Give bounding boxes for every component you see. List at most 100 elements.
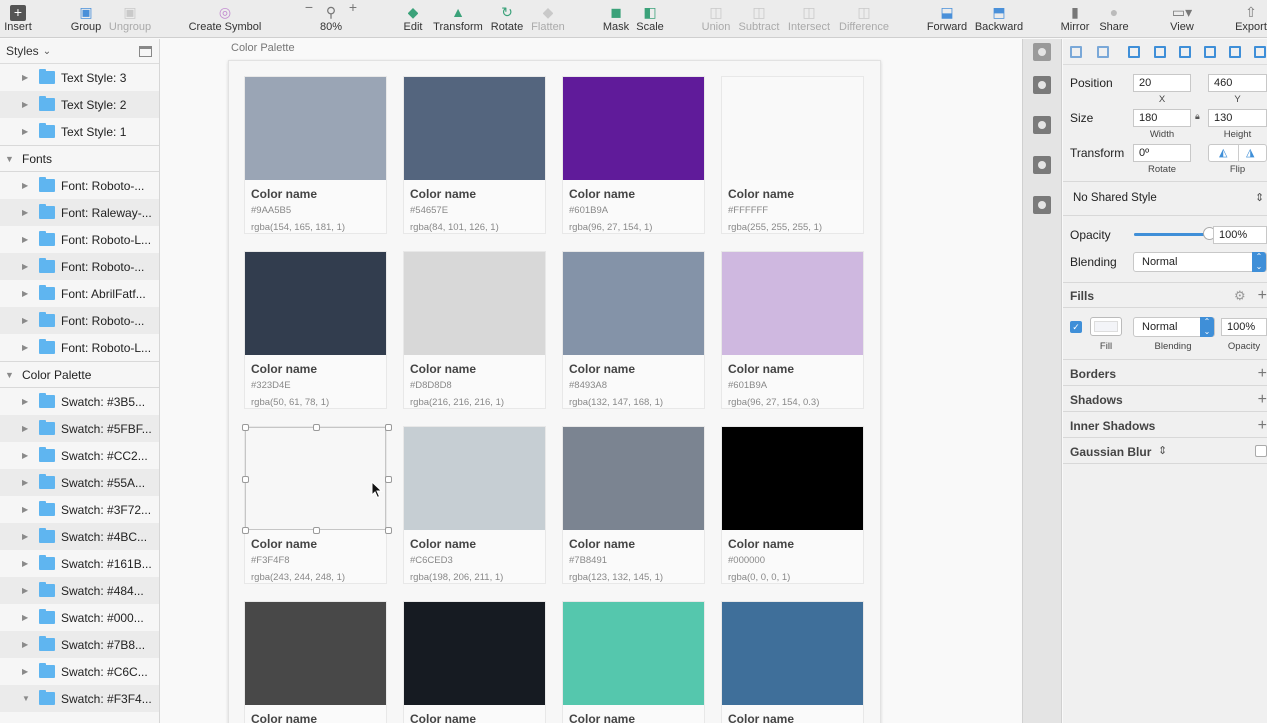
rotate-button[interactable]: ↻ Rotate (490, 0, 524, 38)
swatch-color-fill[interactable] (404, 427, 545, 530)
color-swatch-card[interactable]: Color name #9AA5B5 rgba(154, 165, 181, 1) (244, 76, 387, 234)
layer-swatch[interactable]: ▶ Swatch: #3B5... (0, 388, 159, 415)
borders-header[interactable]: Borders (1070, 367, 1116, 381)
disclosure-closed-icon[interactable]: ▶ (22, 397, 32, 406)
swatch-hex[interactable]: #323D4E (251, 380, 386, 391)
selection-handle[interactable] (385, 476, 392, 483)
opacity-slider[interactable] (1134, 227, 1216, 240)
backward-button[interactable]: ⬒ Backward (974, 0, 1024, 38)
disclosure-closed-icon[interactable]: ▶ (22, 613, 32, 622)
swatch-rgba[interactable]: rgba(123, 132, 145, 1) (569, 572, 704, 583)
align-center-icon[interactable] (1154, 46, 1166, 58)
swatch-rgba[interactable]: rgba(84, 101, 126, 1) (410, 222, 545, 233)
swatch-color-name[interactable]: Color name (251, 362, 386, 376)
selection-handle[interactable] (313, 424, 320, 431)
swatch-color-name[interactable]: Color name (251, 712, 386, 723)
transform-button[interactable]: ▲ Transform (432, 0, 484, 38)
layer-swatch[interactable]: ▶ Swatch: #5FBF... (0, 415, 159, 442)
position-x-field[interactable]: 20 (1133, 74, 1191, 92)
layer-swatch[interactable]: ▶ Swatch: #7B8... (0, 631, 159, 658)
swatch-hex[interactable]: #F3F4F8 (251, 555, 386, 566)
fill-color-well[interactable] (1090, 317, 1122, 336)
disclosure-open-icon[interactable]: ▼ (5, 154, 15, 164)
disclosure-open-icon[interactable]: ▼ (5, 370, 15, 380)
swatch-color-name[interactable]: Color name (569, 362, 704, 376)
swatch-color-fill[interactable] (245, 602, 386, 705)
color-swatch-card[interactable]: Color name #7B8491 rgba(123, 132, 145, 1) (562, 426, 705, 584)
selection-handle[interactable] (242, 527, 249, 534)
swatch-hex[interactable]: #54657E (410, 205, 545, 216)
forward-button[interactable]: ⬓ Forward (926, 0, 968, 38)
export-button[interactable]: ⇧ Export (1234, 0, 1267, 38)
color-swatch-card[interactable]: Color name #601B9A rgba(96, 27, 154, 1) (562, 76, 705, 234)
share-button[interactable]: ● Share (1098, 0, 1130, 38)
create-symbol-button[interactable]: ◎ Create Symbol (188, 0, 262, 38)
flip-vertical-icon[interactable]: ◮ (1246, 146, 1254, 159)
swatch-color-name[interactable]: Color name (728, 187, 863, 201)
swatch-rgba[interactable]: rgba(255, 255, 255, 1) (728, 222, 863, 233)
disclosure-closed-icon[interactable]: ▶ (22, 316, 32, 325)
swatch-rgba[interactable]: rgba(132, 147, 168, 1) (569, 397, 704, 408)
swatch-hex[interactable]: #8493A8 (569, 380, 704, 391)
subtract-button[interactable]: ◫ Subtract (736, 0, 782, 38)
swatch-rgba[interactable]: rgba(96, 27, 154, 1) (569, 222, 704, 233)
mirror-button[interactable]: ▮ Mirror (1058, 0, 1092, 38)
layer-group-color-palette[interactable]: ▼ Color Palette (0, 361, 159, 388)
layer-swatch[interactable]: ▶ Swatch: #3F72... (0, 496, 159, 523)
fill-enabled-checkbox[interactable]: ✓ (1070, 321, 1082, 333)
swatch-color-fill[interactable] (404, 602, 545, 705)
user-icon[interactable] (1033, 116, 1051, 134)
disclosure-closed-icon[interactable]: ▶ (22, 505, 32, 514)
add-inner-shadow-icon[interactable]: + (1258, 418, 1267, 434)
inspector-tab-icon[interactable] (1033, 43, 1051, 61)
layer-swatch[interactable]: ▶ Swatch: #000... (0, 604, 159, 631)
insert-button[interactable]: + Insert (4, 0, 32, 38)
disclosure-closed-icon[interactable]: ▶ (22, 532, 32, 541)
swatch-color-name[interactable]: Color name (410, 187, 545, 201)
artboard-title[interactable]: Color Palette (231, 42, 295, 54)
swatch-rgba[interactable]: rgba(198, 206, 211, 1) (410, 572, 545, 583)
selection-handle[interactable] (242, 476, 249, 483)
swatch-color-name[interactable]: Color name (251, 537, 386, 551)
color-swatch-card[interactable]: Color name (403, 601, 546, 723)
swatch-color-name[interactable]: Color name (410, 712, 545, 723)
color-swatch-card[interactable]: Color name #000000 rgba(0, 0, 0, 1) (721, 426, 864, 584)
blending-select[interactable]: Normal ⌃ ⌄ (1133, 252, 1267, 272)
layer-swatch[interactable]: ▶ Swatch: #4BC... (0, 523, 159, 550)
align-middle-icon[interactable] (1229, 46, 1241, 58)
distribute-vertical-icon[interactable] (1097, 46, 1109, 58)
disclosure-closed-icon[interactable]: ▶ (22, 127, 32, 136)
rotate-field[interactable]: 0º (1133, 144, 1191, 162)
flip-horizontal-icon[interactable]: ◭ (1219, 146, 1227, 159)
swatch-color-name[interactable]: Color name (728, 362, 863, 376)
align-right-icon[interactable] (1179, 46, 1191, 58)
inner-shadows-header[interactable]: Inner Shadows (1070, 419, 1155, 433)
layer-font[interactable]: ▶ Font: Roboto-... (0, 307, 159, 334)
layer-swatch[interactable]: ▶ Swatch: #484... (0, 577, 159, 604)
swatch-color-fill[interactable] (722, 427, 863, 530)
swatch-color-fill[interactable] (404, 77, 545, 180)
color-swatch-card[interactable]: Color name #D8D8D8 rgba(216, 216, 216, 1) (403, 251, 546, 409)
swatch-color-name[interactable]: Color name (410, 537, 545, 551)
add-border-icon[interactable]: + (1258, 366, 1267, 382)
color-swatch-card[interactable]: Color name #C6CED3 rgba(198, 206, 211, 1) (403, 426, 546, 584)
align-bottom-icon[interactable] (1254, 46, 1266, 58)
group-button[interactable]: ▣ Group (70, 0, 102, 38)
color-swatch-card[interactable]: Color name #323D4E rgba(50, 61, 78, 1) (244, 251, 387, 409)
disclosure-closed-icon[interactable]: ▶ (22, 235, 32, 244)
layer-swatch[interactable]: ▶ Swatch: #161B... (0, 550, 159, 577)
zoom-control[interactable]: ⚲ 80% (318, 0, 344, 38)
color-swatch-card[interactable]: Color name #FFFFFF rgba(255, 255, 255, 1) (721, 76, 864, 234)
swatch-color-name[interactable]: Color name (569, 712, 704, 723)
layer-swatch[interactable]: ▶ Swatch: #55A... (0, 469, 159, 496)
swatch-color-fill[interactable] (563, 427, 704, 530)
edit-button[interactable]: ◆ Edit (400, 0, 426, 38)
layer-swatch[interactable]: ▶ Swatch: #CC2... (0, 442, 159, 469)
intersect-button[interactable]: ◫ Intersect (786, 0, 832, 38)
swatch-color-fill[interactable] (245, 252, 386, 355)
gear-icon[interactable]: ⚙ (1234, 288, 1246, 304)
ungroup-button[interactable]: ▣ Ungroup (108, 0, 152, 38)
disclosure-open-icon[interactable]: ▼ (22, 694, 32, 703)
mask-button[interactable]: ◼ Mask (602, 0, 630, 38)
swatch-color-name[interactable]: Color name (728, 537, 863, 551)
